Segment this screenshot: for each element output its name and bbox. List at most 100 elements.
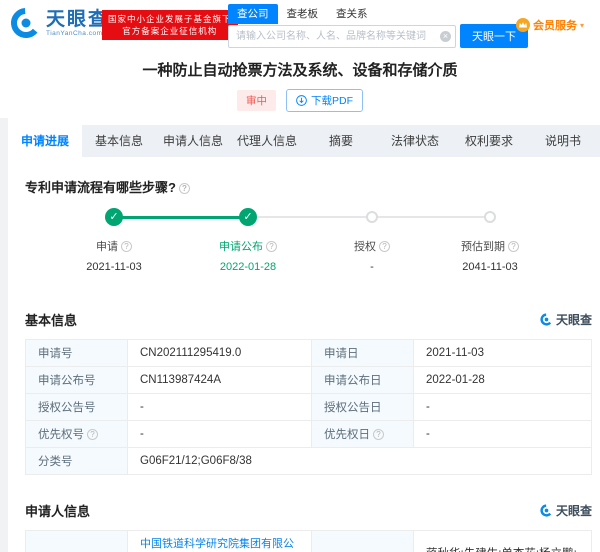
tab-abstract[interactable]: 摘要 bbox=[304, 125, 378, 157]
logo-text: 天眼查 bbox=[46, 10, 109, 30]
tianyancha-swirl-icon bbox=[540, 504, 553, 517]
crown-icon bbox=[516, 18, 530, 32]
field-label: 申请日 bbox=[312, 340, 414, 367]
field-value: CN113987424A bbox=[128, 367, 312, 394]
certification-badge: 国家中小企业发展子基金旗下 官方备案企业征信机构 bbox=[102, 10, 238, 40]
check-icon: ✓ bbox=[105, 208, 123, 226]
logo-domain: TianYanCha.com bbox=[46, 30, 109, 37]
download-icon bbox=[296, 95, 307, 106]
download-pdf-button[interactable]: 下载PDF bbox=[286, 89, 363, 112]
table-row: 授权公告号 - 授权公告日 - bbox=[26, 394, 592, 421]
timeline-step-application: 申请 2021-11-03 bbox=[49, 238, 179, 273]
basic-info-table: 申请号 CN202111295419.0 申请日 2021-11-03 申请公布… bbox=[25, 339, 592, 475]
field-label: 申请号 bbox=[26, 340, 128, 367]
pending-circle-icon bbox=[366, 211, 378, 223]
help-icon[interactable] bbox=[179, 183, 190, 194]
timeline-step-estimated-expiry: 预估到期 2041-11-03 bbox=[425, 238, 555, 273]
help-icon[interactable] bbox=[121, 241, 132, 252]
watermark-text: 天眼查 bbox=[556, 502, 592, 519]
search-type-tabs: 查公司 查老板 查关系 bbox=[228, 4, 528, 24]
step-date: 2021-11-03 bbox=[49, 261, 179, 273]
certification-line1: 国家中小企业发展子基金旗下 bbox=[108, 13, 232, 25]
tab-applicant-info[interactable]: 申请人信息 bbox=[156, 125, 230, 157]
table-row: 申请公布号 CN113987424A 申请公布日 2022-01-28 bbox=[26, 367, 592, 394]
help-icon[interactable] bbox=[508, 241, 519, 252]
field-value: - bbox=[128, 394, 312, 421]
timeline-step-grant: 授权 - bbox=[307, 238, 437, 273]
table-row: 申请号 CN202111295419.0 申请日 2021-11-03 bbox=[26, 340, 592, 367]
timeline-segment-pending bbox=[248, 216, 372, 218]
search-tab-boss[interactable]: 查老板 bbox=[278, 4, 328, 24]
tianyancha-logo[interactable]: 天眼查 TianYanCha.com bbox=[10, 7, 109, 39]
help-icon[interactable] bbox=[87, 429, 98, 440]
step-label: 授权 bbox=[354, 241, 376, 253]
tab-agent-info[interactable]: 代理人信息 bbox=[230, 125, 304, 157]
tianyancha-swirl-icon bbox=[10, 7, 42, 39]
tab-basic-info[interactable]: 基本信息 bbox=[82, 125, 156, 157]
step-label: 预估到期 bbox=[461, 241, 505, 253]
patent-timeline: ✓ ✓ 申请 2021-11-03 申请公布 2022-01-28 授权 - 预… bbox=[25, 200, 592, 288]
watermark-text: 天眼查 bbox=[556, 311, 592, 328]
field-value: - bbox=[414, 394, 592, 421]
search-tab-company[interactable]: 查公司 bbox=[228, 4, 278, 24]
download-pdf-label: 下载PDF bbox=[311, 93, 353, 108]
applicant-info-heading: 申请人信息 bbox=[25, 501, 90, 520]
inventors-value: 蒋秋华;朱建生;单杏花;杨立鹏;徐东平;李雯;阎志远;刘相坤;李琪;李雁明;张智… bbox=[414, 531, 592, 552]
patent-title-area: 一种防止自动抢票方法及系统、设备和存储介质 审中 下载PDF bbox=[0, 48, 600, 118]
applicant-companies-cell: 中国铁道科学研究院集团有限公司电子计算技术研究所 中铁程科技有限责任公司 北京经… bbox=[128, 531, 312, 552]
field-label: 申请（专利权）人 bbox=[26, 531, 128, 552]
applicant-company-link[interactable]: 中国铁道科学研究院集团有限公司电子计算技术研究所 bbox=[140, 535, 301, 552]
field-label-text: 优先权日 bbox=[324, 429, 370, 441]
certification-line2: 官方备案企业征信机构 bbox=[108, 25, 232, 37]
field-label: 申请公布日 bbox=[312, 367, 414, 394]
field-label: 分类号 bbox=[26, 448, 128, 475]
main-content: 专利申请流程有哪些步骤? ✓ ✓ 申请 2021-11-03 申请公布 2022… bbox=[8, 177, 600, 552]
search-input[interactable] bbox=[228, 25, 456, 48]
tab-claims[interactable]: 权利要求 bbox=[452, 125, 526, 157]
tab-description[interactable]: 说明书 bbox=[526, 125, 600, 157]
clear-search-icon[interactable]: × bbox=[440, 31, 451, 42]
field-value: CN202111295419.0 bbox=[128, 340, 312, 367]
table-row: 申请（专利权）人 中国铁道科学研究院集团有限公司电子计算技术研究所 中铁程科技有… bbox=[26, 531, 592, 552]
chevron-down-icon: ▾ bbox=[580, 21, 584, 30]
timeline-segment-pending bbox=[372, 216, 490, 218]
page-left-gutter bbox=[0, 118, 8, 552]
field-label: 授权公告号 bbox=[26, 394, 128, 421]
progress-question-text: 专利申请流程有哪些步骤? bbox=[25, 180, 176, 195]
progress-question-heading: 专利申请流程有哪些步骤? bbox=[25, 177, 592, 196]
field-value: 2022-01-28 bbox=[414, 367, 592, 394]
search-tab-relation[interactable]: 查关系 bbox=[327, 4, 377, 24]
step-label: 申请公布 bbox=[219, 241, 263, 253]
search-block: 查公司 查老板 查关系 × 天眼一下 bbox=[228, 4, 528, 48]
status-badge: 审中 bbox=[237, 90, 276, 111]
step-date: - bbox=[307, 261, 437, 273]
member-service-label: 会员服务 bbox=[533, 17, 577, 33]
help-icon[interactable] bbox=[373, 429, 384, 440]
table-row: 分类号 G06F21/12;G06F8/38 bbox=[26, 448, 592, 475]
step-date: 2041-11-03 bbox=[425, 261, 555, 273]
tianyancha-swirl-icon bbox=[540, 313, 553, 326]
field-label: 授权公告日 bbox=[312, 394, 414, 421]
basic-info-heading: 基本信息 bbox=[25, 310, 77, 329]
timeline-segment-done bbox=[114, 216, 248, 219]
field-label: 优先权号 bbox=[26, 421, 128, 448]
patent-title: 一种防止自动抢票方法及系统、设备和存储介质 bbox=[0, 59, 600, 80]
tianyancha-watermark: 天眼查 bbox=[540, 502, 592, 519]
member-service-menu[interactable]: 会员服务 ▾ bbox=[516, 17, 584, 33]
help-icon[interactable] bbox=[379, 241, 390, 252]
timeline-step-publication: 申请公布 2022-01-28 bbox=[183, 238, 313, 273]
table-row: 优先权号 - 优先权日 - bbox=[26, 421, 592, 448]
tab-application-progress[interactable]: 申请进展 bbox=[8, 125, 82, 157]
field-value: - bbox=[414, 421, 592, 448]
tab-legal-status[interactable]: 法律状态 bbox=[378, 125, 452, 157]
pending-circle-icon bbox=[484, 211, 496, 223]
help-icon[interactable] bbox=[266, 241, 277, 252]
field-label: 优先权日 bbox=[312, 421, 414, 448]
detail-tab-bar: 申请进展 基本信息 申请人信息 代理人信息 摘要 法律状态 权利要求 说明书 bbox=[8, 125, 600, 157]
field-value: - bbox=[128, 421, 312, 448]
field-value: G06F21/12;G06F8/38 bbox=[128, 448, 592, 475]
field-label-text: 优先权号 bbox=[38, 429, 84, 441]
step-date: 2022-01-28 bbox=[183, 261, 313, 273]
tianyancha-watermark: 天眼查 bbox=[540, 311, 592, 328]
field-value: 2021-11-03 bbox=[414, 340, 592, 367]
